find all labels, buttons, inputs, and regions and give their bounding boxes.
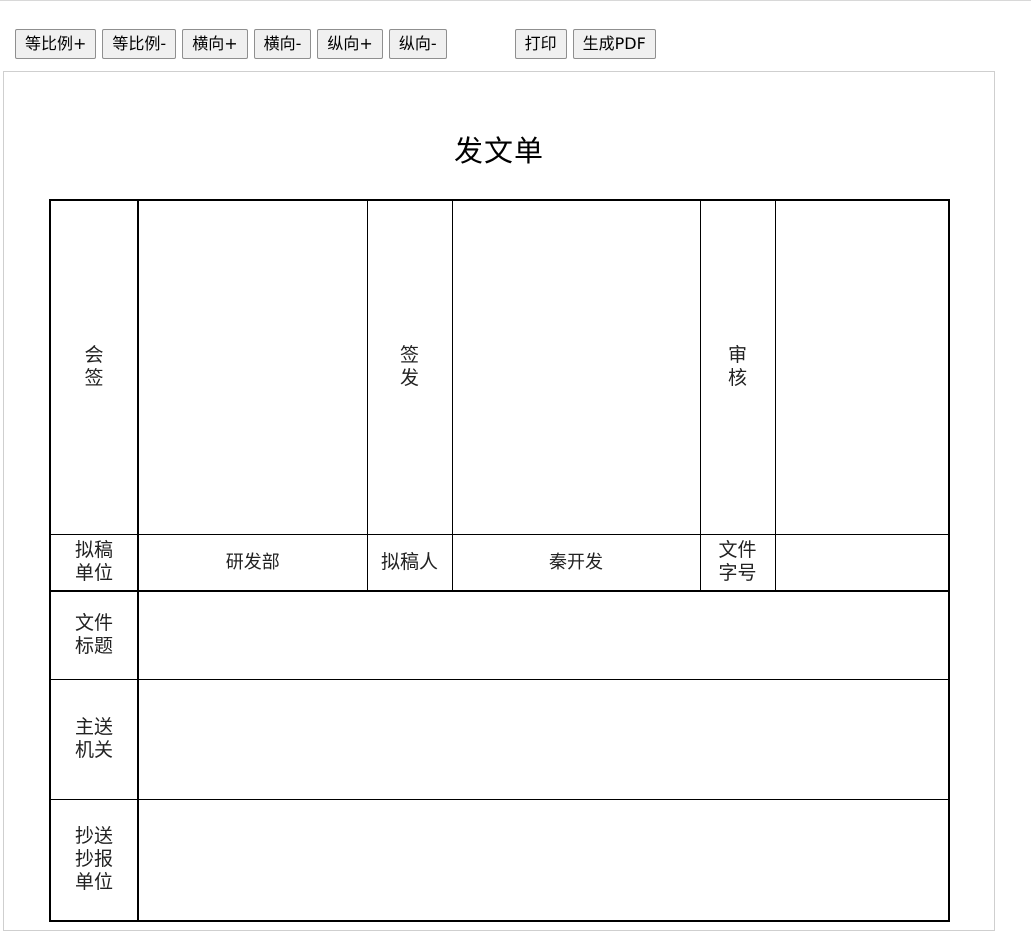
main-recipient-label-line: 机关 [74, 739, 113, 761]
cc-label-line: 抄报 [74, 848, 113, 871]
height-increase-button[interactable]: 纵向+ [317, 29, 383, 59]
file-number-label-line: 文件 [718, 539, 757, 562]
top-divider [0, 0, 1031, 3]
print-button[interactable]: 打印 [514, 29, 567, 59]
issue-label: 签 发 [366, 199, 453, 535]
width-decrease-button[interactable]: 横向- [253, 29, 312, 59]
main-recipient-label: 主送 机关 [49, 678, 139, 800]
document-title: 发文单 [453, 134, 544, 168]
file-number-value[interactable] [774, 533, 950, 592]
drafter-label: 拟稿人 [366, 533, 453, 592]
countersign-label-line: 会 [84, 344, 104, 367]
file-title-label: 文件 标题 [49, 590, 139, 680]
main-recipient-label-line: 主送 [74, 716, 113, 738]
issue-label-line: 签 [399, 344, 419, 367]
draft-unit-label-line: 单位 [74, 562, 113, 585]
height-decrease-button[interactable]: 纵向- [388, 29, 447, 59]
zoom-in-button[interactable]: 等比例+ [15, 29, 97, 59]
countersign-field[interactable] [137, 199, 368, 535]
generate-pdf-button[interactable]: 生成PDF [572, 29, 656, 59]
width-increase-button[interactable]: 横向+ [182, 29, 248, 59]
draft-unit-value[interactable]: 研发部 [137, 533, 368, 592]
review-label: 审 核 [699, 199, 776, 535]
file-number-label-line: 字号 [718, 562, 757, 585]
dispatch-form-table: 会 签 签 发 审 核 拟稿 单位 研发部 拟稿人 秦开发 文件 字号 文件 标 [49, 199, 950, 922]
toolbar: 等比例+ 等比例- 横向+ 横向- 纵向+ 纵向- 打印 生成PDF [15, 29, 662, 59]
zoom-out-button[interactable]: 等比例- [102, 29, 177, 59]
cc-label-line: 抄送 [74, 825, 113, 848]
issue-field[interactable] [451, 199, 701, 535]
main-recipient-value[interactable] [137, 678, 950, 800]
file-title-label-line: 文件 [74, 612, 113, 635]
file-number-label: 文件 字号 [699, 533, 776, 592]
review-label-line: 审 [727, 344, 747, 367]
cc-value[interactable] [137, 798, 950, 922]
draft-unit-label-line: 拟稿 [74, 539, 113, 562]
cc-label: 抄送 抄报 单位 [49, 798, 139, 922]
review-label-line: 核 [727, 367, 747, 390]
file-title-label-line: 标题 [74, 635, 113, 658]
cc-label-line: 单位 [74, 871, 113, 894]
countersign-label-line: 签 [84, 367, 104, 390]
countersign-label: 会 签 [49, 199, 139, 535]
review-field[interactable] [774, 199, 950, 535]
issue-label-line: 发 [399, 367, 419, 390]
draft-unit-label: 拟稿 单位 [49, 533, 139, 592]
drafter-value[interactable]: 秦开发 [451, 533, 701, 592]
file-title-value[interactable] [137, 590, 950, 680]
